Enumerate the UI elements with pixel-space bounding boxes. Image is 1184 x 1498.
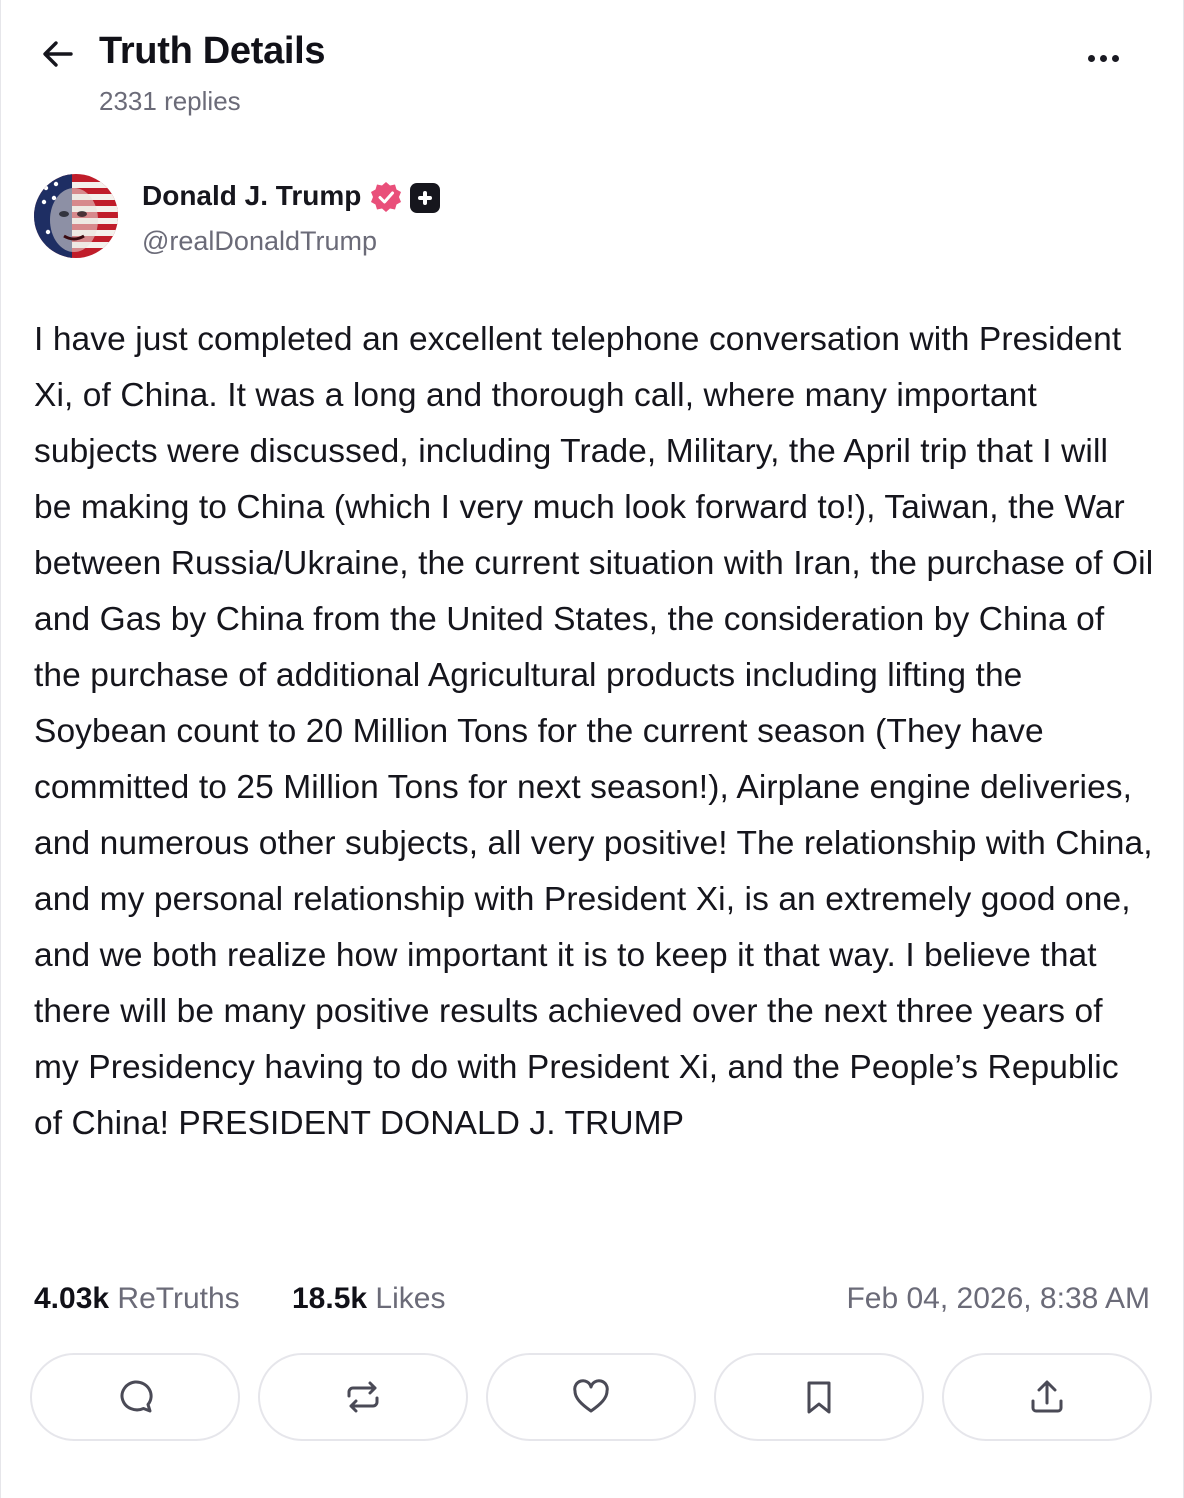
- bookmark-button[interactable]: [714, 1353, 924, 1441]
- likes-count: 18.5k: [292, 1282, 368, 1315]
- plus-badge-icon: [410, 183, 440, 213]
- retruth-button[interactable]: [258, 1353, 468, 1441]
- arrow-left-icon: [43, 41, 73, 67]
- retruth-icon: [347, 1381, 379, 1413]
- retruths-stat[interactable]: 4.03k ReTruths: [34, 1282, 240, 1316]
- heart-icon: [573, 1379, 609, 1413]
- verified-badge-icon: [371, 182, 401, 212]
- ellipsis-horizontal-icon: [1087, 54, 1095, 62]
- more-options-button[interactable]: [1078, 40, 1128, 76]
- reply-icon: [120, 1380, 153, 1413]
- post-timestamp: Feb 04, 2026, 8:38 AM: [846, 1282, 1150, 1315]
- retruths-count: 4.03k: [34, 1282, 110, 1315]
- author-handle[interactable]: @realDonaldTrump: [142, 226, 377, 257]
- post-body: I have just completed an excellent telep…: [34, 321, 1154, 1142]
- retruths-label: ReTruths: [117, 1282, 240, 1315]
- post-stats: 4.03k ReTruths 18.5k Likes Feb 04, 2026,…: [34, 1278, 1150, 1322]
- post-actions: [30, 1353, 1154, 1443]
- likes-stat[interactable]: 18.5k Likes: [292, 1282, 445, 1316]
- author-name[interactable]: Donald J. Trump: [142, 180, 361, 212]
- reply-button[interactable]: [30, 1353, 240, 1441]
- share-button[interactable]: [942, 1353, 1152, 1441]
- bookmark-icon: [807, 1381, 831, 1414]
- back-button[interactable]: [36, 34, 80, 74]
- post-author: Donald J. Trump @realDonaldTrump: [34, 174, 734, 264]
- like-button[interactable]: [486, 1353, 696, 1441]
- share-icon: [1031, 1380, 1063, 1413]
- likes-label: Likes: [375, 1282, 446, 1315]
- page-title: Truth Details: [99, 30, 326, 72]
- avatar[interactable]: [34, 174, 118, 258]
- avatar-american-flag-portrait: [34, 174, 118, 258]
- replies-count: 2331 replies: [99, 86, 241, 116]
- page-header: Truth Details 2331 replies: [0, 0, 1184, 130]
